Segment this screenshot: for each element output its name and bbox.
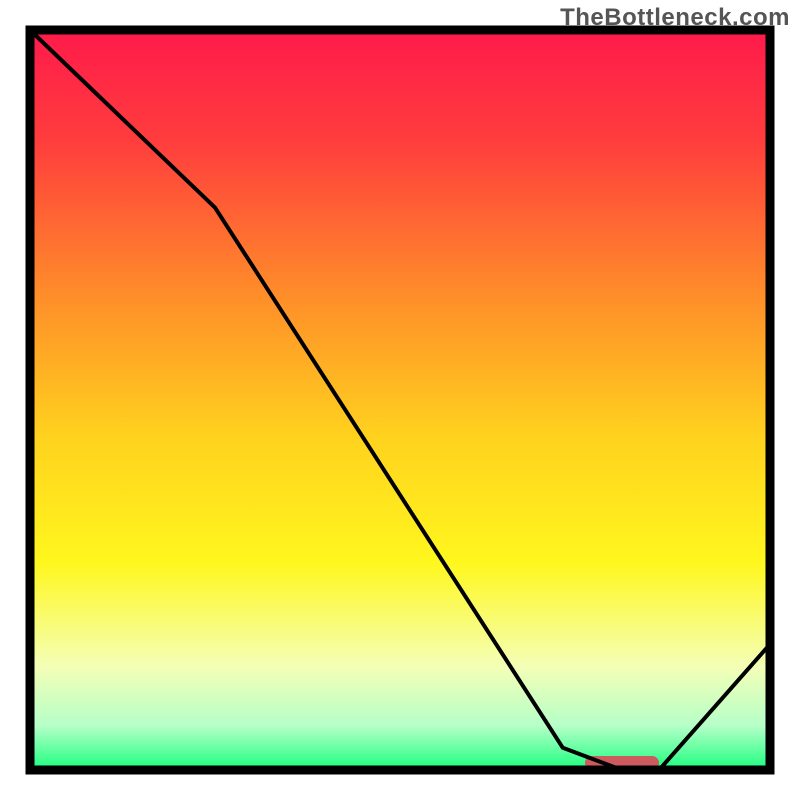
plot-background [30,30,770,770]
watermark-text: TheBottleneck.com [560,4,790,32]
bottleneck-chart [0,0,800,800]
chart-container: TheBottleneck.com [0,0,800,800]
